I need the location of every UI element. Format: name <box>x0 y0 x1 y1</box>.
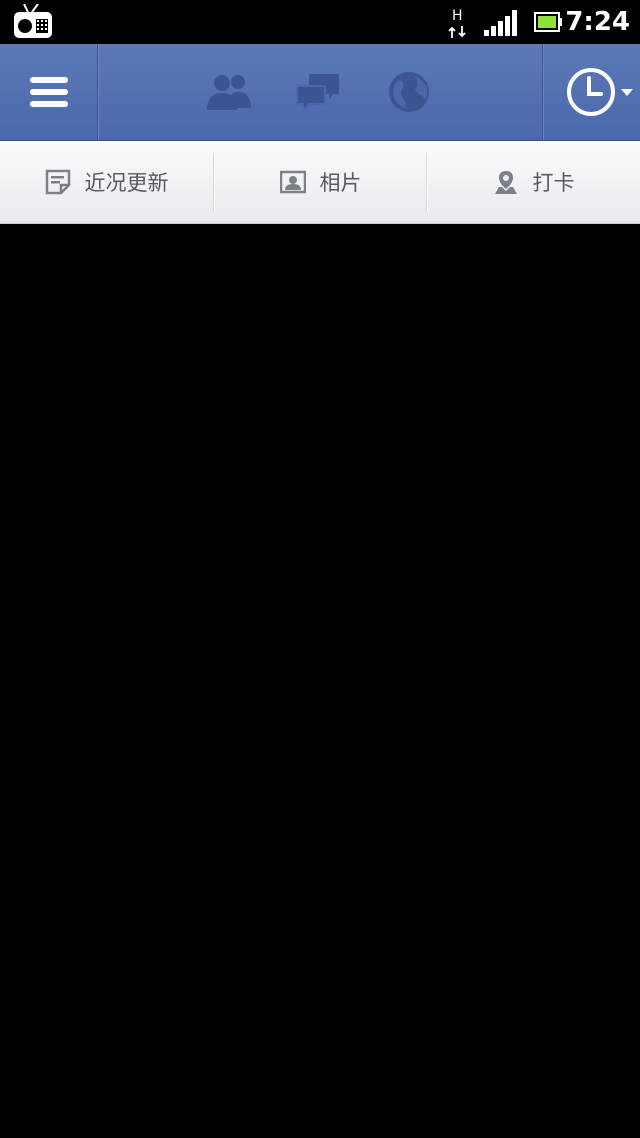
status-update-icon <box>45 169 70 195</box>
battery-icon <box>534 12 562 32</box>
hamburger-menu-icon <box>30 77 68 107</box>
status-update-button[interactable]: 近况更新 <box>0 141 213 223</box>
signal-strength-icon <box>484 10 517 36</box>
photo-icon <box>279 170 306 194</box>
header-divider <box>97 44 98 140</box>
radio-notification-icon <box>14 4 52 38</box>
app-header <box>0 44 640 141</box>
checkin-pin-icon <box>494 171 517 194</box>
news-feed-area <box>0 224 640 1138</box>
notifications-globe-icon[interactable] <box>385 68 433 116</box>
network-h-icon: H <box>448 8 466 38</box>
jewel-bar <box>99 44 541 140</box>
friend-requests-icon[interactable] <box>205 68 253 116</box>
messages-icon[interactable] <box>295 68 343 116</box>
network-type-text: H <box>452 8 463 24</box>
checkin-button[interactable]: 打卡 <box>427 141 640 223</box>
status-bar: H 7:24 <box>0 0 640 44</box>
menu-button[interactable] <box>0 44 97 140</box>
photo-button[interactable]: 相片 <box>214 141 427 223</box>
checkin-label: 打卡 <box>532 171 575 195</box>
photo-label: 相片 <box>319 171 362 195</box>
publisher-bar: 近况更新 相片 打卡 <box>0 141 640 224</box>
clock-time: 7:24 <box>565 7 630 37</box>
clock-icon <box>567 68 633 116</box>
timeline-button[interactable] <box>543 44 640 140</box>
status-update-label: 近况更新 <box>84 171 169 195</box>
